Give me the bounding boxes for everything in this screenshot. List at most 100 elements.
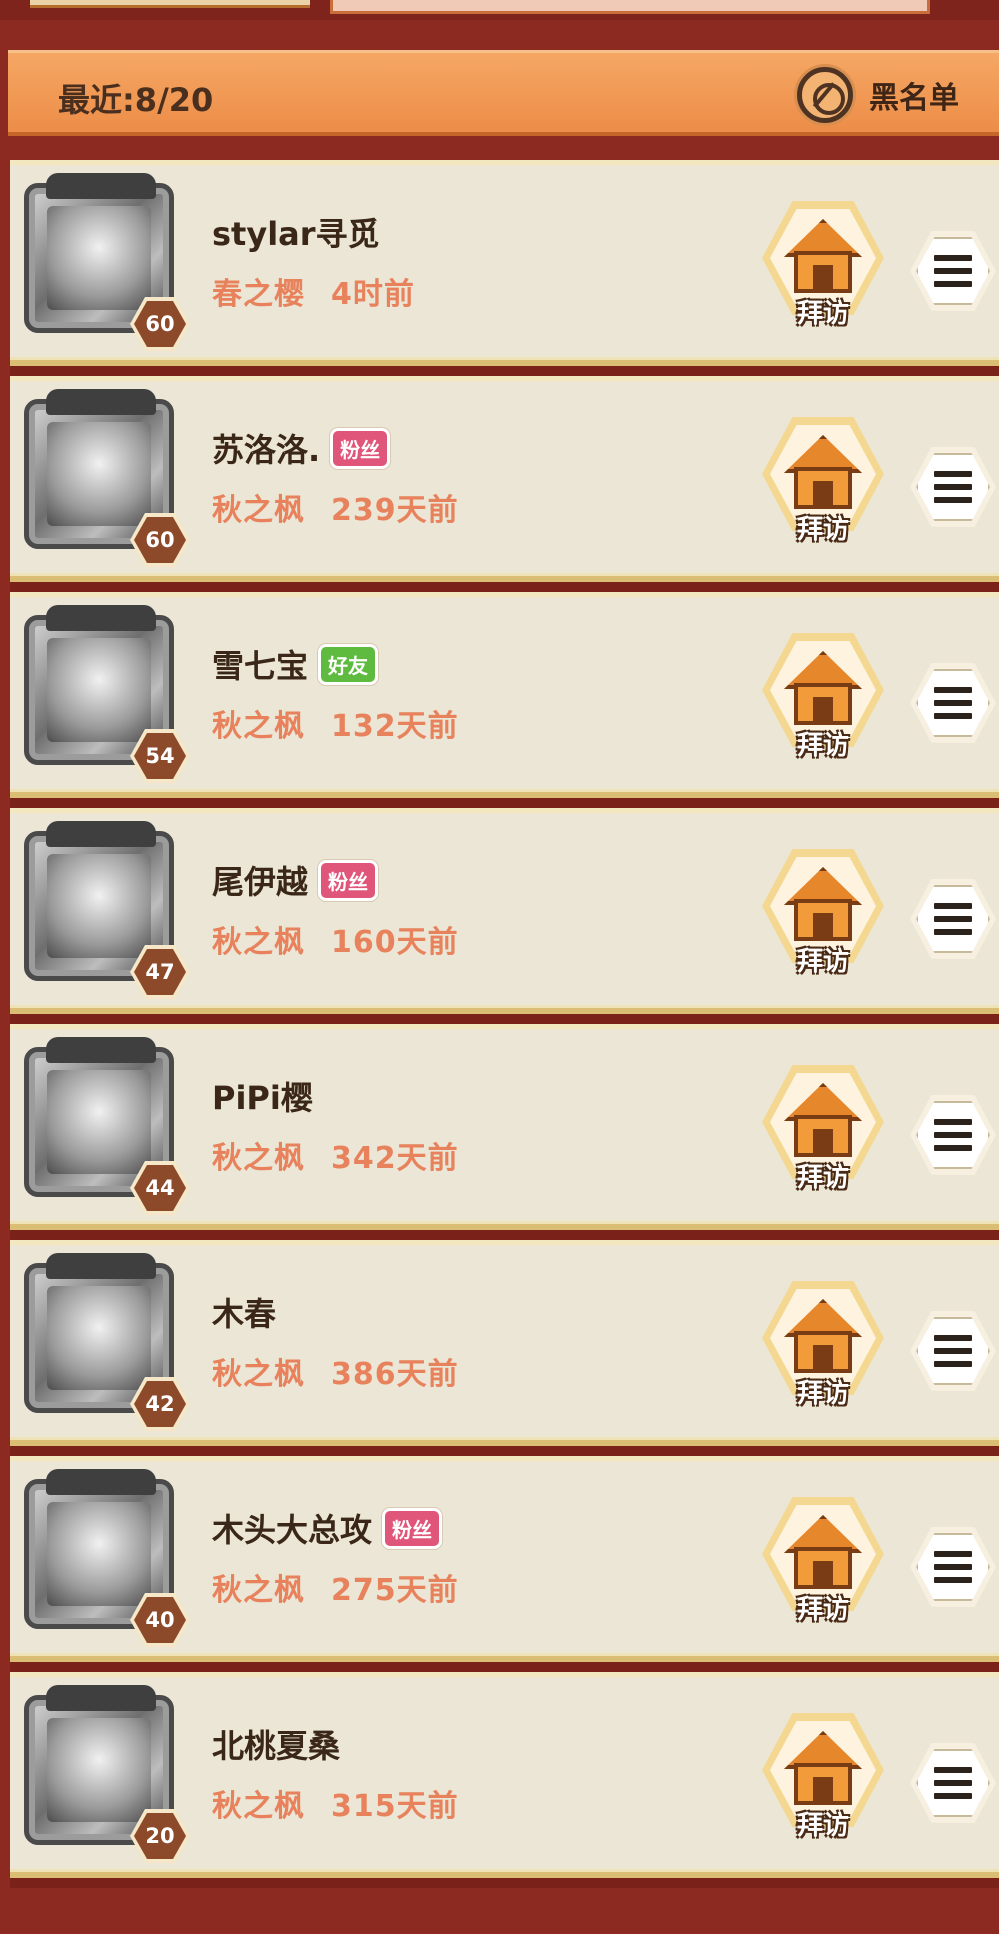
hamburger-icon bbox=[934, 1119, 972, 1151]
player-name: PiPi樱 bbox=[212, 1079, 313, 1117]
server-name: 春之樱 bbox=[212, 277, 305, 312]
server-name: 秋之枫 bbox=[212, 1789, 305, 1824]
player-avatar[interactable]: 40 bbox=[16, 1469, 190, 1647]
avatar-image bbox=[47, 1070, 151, 1174]
more-menu-button[interactable] bbox=[910, 1743, 996, 1823]
house-door-icon bbox=[813, 265, 833, 293]
recent-count-label: 最近:8/20 bbox=[58, 81, 214, 119]
player-name: 木头大总攻 bbox=[212, 1511, 373, 1549]
player-avatar[interactable]: 60 bbox=[16, 173, 190, 351]
server-name: 秋之枫 bbox=[212, 493, 305, 528]
player-avatar[interactable]: 54 bbox=[16, 605, 190, 783]
server-name: 秋之枫 bbox=[212, 1573, 305, 1608]
hamburger-icon bbox=[934, 687, 972, 719]
avatar-image bbox=[47, 1286, 151, 1390]
visit-button[interactable]: 拜访 bbox=[758, 1065, 888, 1199]
house-door-icon bbox=[813, 1129, 833, 1157]
player-avatar[interactable]: 44 bbox=[16, 1037, 190, 1215]
visit-label: 拜访 bbox=[796, 299, 849, 329]
hamburger-icon bbox=[934, 903, 972, 935]
fan-tag: 粉丝 bbox=[382, 1507, 443, 1549]
more-menu-button[interactable] bbox=[910, 1095, 996, 1175]
more-menu-button[interactable] bbox=[910, 879, 996, 959]
house-door-icon bbox=[813, 913, 833, 941]
player-avatar[interactable]: 47 bbox=[16, 821, 190, 999]
visitor-row: 44 PiPi樱 秋之枫 342天前 拜访 bbox=[10, 1024, 999, 1240]
visit-button[interactable]: 拜访 bbox=[758, 1713, 888, 1847]
last-visit-time: 239天前 bbox=[331, 493, 459, 528]
house-door-icon bbox=[813, 697, 833, 725]
visitor-row: 60 stylar寻觅 春之樱 4时前 拜访 bbox=[10, 160, 999, 376]
blacklist-label: 黑名单 bbox=[869, 81, 959, 116]
name-line: 北桃夏桑 bbox=[212, 1721, 340, 1767]
visit-label: 拜访 bbox=[796, 1595, 849, 1625]
server-time-line: 秋之枫 239天前 bbox=[212, 485, 459, 529]
visit-button[interactable]: 拜访 bbox=[758, 1281, 888, 1415]
more-menu-button[interactable] bbox=[910, 1527, 996, 1607]
fan-tag: 粉丝 bbox=[330, 427, 391, 469]
hamburger-icon bbox=[934, 1551, 972, 1583]
avatar-frame-crest bbox=[46, 1253, 156, 1279]
visitor-row: 20 北桃夏桑 秋之枫 315天前 拜访 bbox=[10, 1672, 999, 1888]
visitor-row: 60 苏洛洛. 粉丝 秋之枫 239天前 拜访 bbox=[10, 376, 999, 592]
name-line: PiPi樱 bbox=[212, 1073, 313, 1119]
last-visit-time: 132天前 bbox=[331, 709, 459, 744]
name-line: 木头大总攻 粉丝 bbox=[212, 1505, 443, 1551]
visitor-row: 47 尾伊越 粉丝 秋之枫 160天前 拜访 bbox=[10, 808, 999, 1024]
visitor-row: 40 木头大总攻 粉丝 秋之枫 275天前 拜访 bbox=[10, 1456, 999, 1672]
server-time-line: 秋之枫 386天前 bbox=[212, 1349, 459, 1393]
fan-tag: 粉丝 bbox=[318, 859, 379, 901]
top-tab-left[interactable] bbox=[30, 0, 310, 8]
blacklist-button[interactable]: 黑名单 bbox=[797, 67, 959, 123]
house-door-icon bbox=[813, 481, 833, 509]
visit-label: 拜访 bbox=[796, 515, 849, 545]
name-line: 木春 bbox=[212, 1289, 276, 1335]
hamburger-icon bbox=[934, 1767, 972, 1799]
visit-button[interactable]: 拜访 bbox=[758, 417, 888, 551]
player-name: stylar寻觅 bbox=[212, 215, 380, 253]
server-time-line: 秋之枫 160天前 bbox=[212, 917, 459, 961]
player-name: 木春 bbox=[212, 1295, 277, 1333]
server-time-line: 秋之枫 132天前 bbox=[212, 701, 459, 745]
server-time-line: 秋之枫 342天前 bbox=[212, 1133, 459, 1177]
visit-button[interactable]: 拜访 bbox=[758, 633, 888, 767]
top-strip bbox=[0, 0, 999, 20]
hamburger-icon bbox=[934, 255, 972, 287]
more-menu-button[interactable] bbox=[910, 1311, 996, 1391]
player-name: 苏洛洛. bbox=[212, 431, 321, 469]
more-menu-button[interactable] bbox=[910, 231, 996, 311]
visit-button[interactable]: 拜访 bbox=[758, 849, 888, 983]
avatar-image bbox=[47, 1718, 151, 1822]
server-time-line: 秋之枫 315天前 bbox=[212, 1781, 459, 1825]
avatar-frame-crest bbox=[46, 173, 156, 199]
visit-button[interactable]: 拜访 bbox=[758, 1497, 888, 1631]
visit-label: 拜访 bbox=[796, 1163, 849, 1193]
avatar-image bbox=[47, 638, 151, 742]
friend-tag: 好友 bbox=[318, 643, 379, 685]
player-avatar[interactable]: 20 bbox=[16, 1685, 190, 1863]
last-visit-time: 342天前 bbox=[331, 1141, 459, 1176]
server-name: 秋之枫 bbox=[212, 1357, 305, 1392]
avatar-image bbox=[47, 1502, 151, 1606]
top-tab-middle[interactable] bbox=[330, 0, 930, 14]
visit-label: 拜访 bbox=[796, 1379, 849, 1409]
player-avatar[interactable]: 42 bbox=[16, 1253, 190, 1431]
avatar-image bbox=[47, 206, 151, 310]
last-visit-time: 4时前 bbox=[331, 277, 415, 312]
player-avatar[interactable]: 60 bbox=[16, 389, 190, 567]
last-visit-time: 315天前 bbox=[331, 1789, 459, 1824]
more-menu-button[interactable] bbox=[910, 663, 996, 743]
ban-icon bbox=[797, 67, 853, 123]
visit-button[interactable]: 拜访 bbox=[758, 201, 888, 335]
avatar-image bbox=[47, 854, 151, 958]
visit-label: 拜访 bbox=[796, 947, 849, 977]
avatar-frame-crest bbox=[46, 605, 156, 631]
hamburger-icon bbox=[934, 471, 972, 503]
visitor-list: 60 stylar寻觅 春之樱 4时前 拜访 60 苏洛洛. 粉丝 秋之枫 23… bbox=[10, 160, 999, 1888]
visitor-row: 42 木春 秋之枫 386天前 拜访 bbox=[10, 1240, 999, 1456]
server-time-line: 秋之枫 275天前 bbox=[212, 1565, 459, 1609]
last-visit-time: 275天前 bbox=[331, 1573, 459, 1608]
player-name: 尾伊越 bbox=[212, 863, 309, 901]
avatar-frame-crest bbox=[46, 1037, 156, 1063]
more-menu-button[interactable] bbox=[910, 447, 996, 527]
